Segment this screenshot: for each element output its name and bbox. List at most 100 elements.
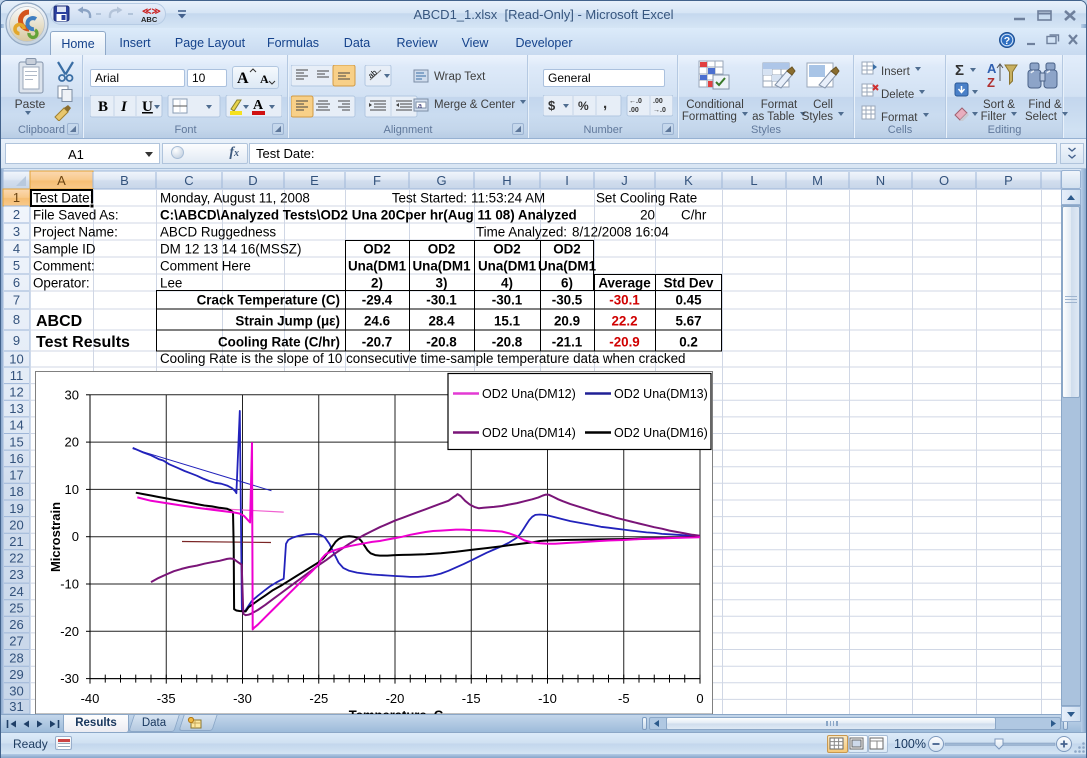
- svg-text:-20.8: -20.8: [492, 335, 523, 350]
- svg-text:H: H: [502, 173, 511, 188]
- svg-text:1: 1: [13, 190, 20, 205]
- svg-text:4): 4): [501, 276, 513, 291]
- svg-text:?: ?: [1004, 35, 1010, 47]
- svg-text:-40: -40: [81, 691, 100, 706]
- svg-text:Comment:: Comment:: [33, 259, 95, 274]
- svg-text:OD2 Una(DM12): OD2 Una(DM12): [482, 387, 576, 401]
- svg-text:-30.5: -30.5: [552, 293, 583, 308]
- svg-text:Time Analyzed:: Time Analyzed:: [476, 225, 567, 240]
- svg-text:-30.1: -30.1: [492, 293, 523, 308]
- svg-text:29: 29: [9, 667, 23, 682]
- svg-text:-30: -30: [60, 671, 79, 686]
- svg-text:6: 6: [13, 275, 20, 290]
- svg-text:0: 0: [72, 529, 79, 544]
- svg-text:-30: -30: [233, 691, 252, 706]
- svg-text:C/hr: C/hr: [681, 208, 707, 223]
- svg-text:-10: -10: [538, 691, 557, 706]
- svg-text:22.2: 22.2: [611, 314, 637, 329]
- svg-text:31: 31: [9, 699, 23, 714]
- svg-text:28.4: 28.4: [428, 314, 455, 329]
- svg-text:20.9: 20.9: [554, 314, 580, 329]
- svg-text:OD2: OD2: [363, 242, 391, 257]
- svg-text:8: 8: [13, 312, 20, 327]
- svg-text:OD2: OD2: [493, 242, 521, 257]
- svg-text:A: A: [57, 173, 66, 188]
- svg-text:3): 3): [436, 276, 448, 291]
- svg-text:Una(DM1: Una(DM1: [348, 259, 407, 274]
- svg-text:Lee: Lee: [160, 276, 182, 291]
- svg-text:-30.1: -30.1: [426, 293, 457, 308]
- svg-text:5: 5: [13, 258, 20, 273]
- svg-text:25: 25: [9, 601, 23, 616]
- svg-text:27: 27: [9, 634, 23, 649]
- svg-text:Monday, August 11, 2008: Monday, August 11, 2008: [160, 191, 310, 206]
- svg-text:2: 2: [13, 207, 20, 222]
- svg-text:OD2 Una(DM13): OD2 Una(DM13): [614, 387, 708, 401]
- svg-text:26: 26: [9, 617, 23, 632]
- svg-text:30: 30: [9, 684, 23, 699]
- svg-text:Comment Here: Comment Here: [160, 259, 251, 274]
- svg-text:-20.7: -20.7: [362, 335, 393, 350]
- svg-text:19: 19: [9, 501, 23, 516]
- svg-text:B: B: [120, 173, 129, 188]
- svg-text:12: 12: [9, 384, 23, 399]
- svg-text:-20: -20: [60, 624, 79, 639]
- svg-text:22: 22: [9, 551, 23, 566]
- svg-text:20: 20: [65, 435, 79, 450]
- svg-text:Set Cooling Rate: Set Cooling Rate: [596, 191, 697, 206]
- svg-text:F: F: [373, 173, 381, 188]
- svg-text:Sample ID: Sample ID: [33, 242, 96, 257]
- svg-text:K: K: [684, 173, 693, 188]
- svg-text:28: 28: [9, 650, 23, 665]
- svg-text:M: M: [812, 173, 823, 188]
- svg-text:Test Date:: Test Date:: [33, 191, 93, 206]
- svg-text:6): 6): [561, 276, 573, 291]
- svg-text:C: C: [184, 173, 193, 188]
- svg-text:-10: -10: [60, 577, 79, 592]
- svg-text:OD2: OD2: [553, 242, 581, 257]
- svg-text:Std Dev: Std Dev: [664, 276, 714, 291]
- svg-text:OD2 Una(DM14): OD2 Una(DM14): [482, 426, 576, 440]
- svg-text:Test Started:: Test Started:: [392, 191, 467, 206]
- svg-text:-35: -35: [157, 691, 176, 706]
- svg-text:24: 24: [9, 584, 23, 599]
- svg-text:E: E: [310, 173, 319, 188]
- svg-text:-20.8: -20.8: [426, 335, 457, 350]
- svg-text:Strain Jump (με): Strain Jump (με): [235, 314, 340, 329]
- svg-text:OD2 Una(DM16): OD2 Una(DM16): [614, 426, 708, 440]
- svg-text:4: 4: [13, 241, 20, 256]
- svg-text:20: 20: [9, 517, 23, 532]
- svg-text:ABC: ABC: [141, 15, 158, 24]
- svg-text:0.45: 0.45: [675, 293, 702, 308]
- svg-text:16: 16: [9, 451, 23, 466]
- svg-text:3: 3: [13, 224, 20, 239]
- svg-text:Una(DM1: Una(DM1: [412, 259, 471, 274]
- svg-text:14: 14: [9, 418, 23, 433]
- svg-text:Test Results: Test Results: [36, 334, 130, 351]
- svg-text:30: 30: [65, 387, 79, 402]
- svg-text:21: 21: [9, 534, 23, 549]
- svg-text:7: 7: [13, 293, 20, 308]
- svg-text:-5: -5: [618, 691, 630, 706]
- svg-text:DM 12 13 14 16(MSSZ): DM 12 13 14 16(MSSZ): [160, 242, 301, 257]
- svg-text:P: P: [1004, 173, 1013, 188]
- svg-text:-15: -15: [462, 691, 481, 706]
- svg-text:Una(DM1: Una(DM1: [538, 259, 597, 274]
- svg-text:-21.1: -21.1: [552, 335, 583, 350]
- svg-text:-25: -25: [309, 691, 328, 706]
- svg-text:0: 0: [696, 691, 703, 706]
- svg-text:9: 9: [13, 333, 20, 348]
- svg-text:11: 11: [10, 368, 24, 383]
- svg-text:-30.1: -30.1: [609, 293, 640, 308]
- svg-text:5.67: 5.67: [675, 314, 701, 329]
- svg-text:O: O: [939, 173, 949, 188]
- svg-text:G: G: [436, 173, 446, 188]
- svg-text:Crack Temperature (C): Crack Temperature (C): [197, 293, 340, 308]
- svg-text:17: 17: [9, 468, 23, 483]
- svg-text:L: L: [750, 173, 757, 188]
- svg-text:C:\ABCD\Analyzed Tests\OD2 Una: C:\ABCD\Analyzed Tests\OD2 Una 20Cper hr…: [160, 208, 577, 223]
- svg-text:ABCD: ABCD: [36, 313, 82, 330]
- svg-text:13: 13: [9, 401, 23, 416]
- svg-text:10: 10: [65, 482, 79, 497]
- svg-text:I: I: [565, 173, 569, 188]
